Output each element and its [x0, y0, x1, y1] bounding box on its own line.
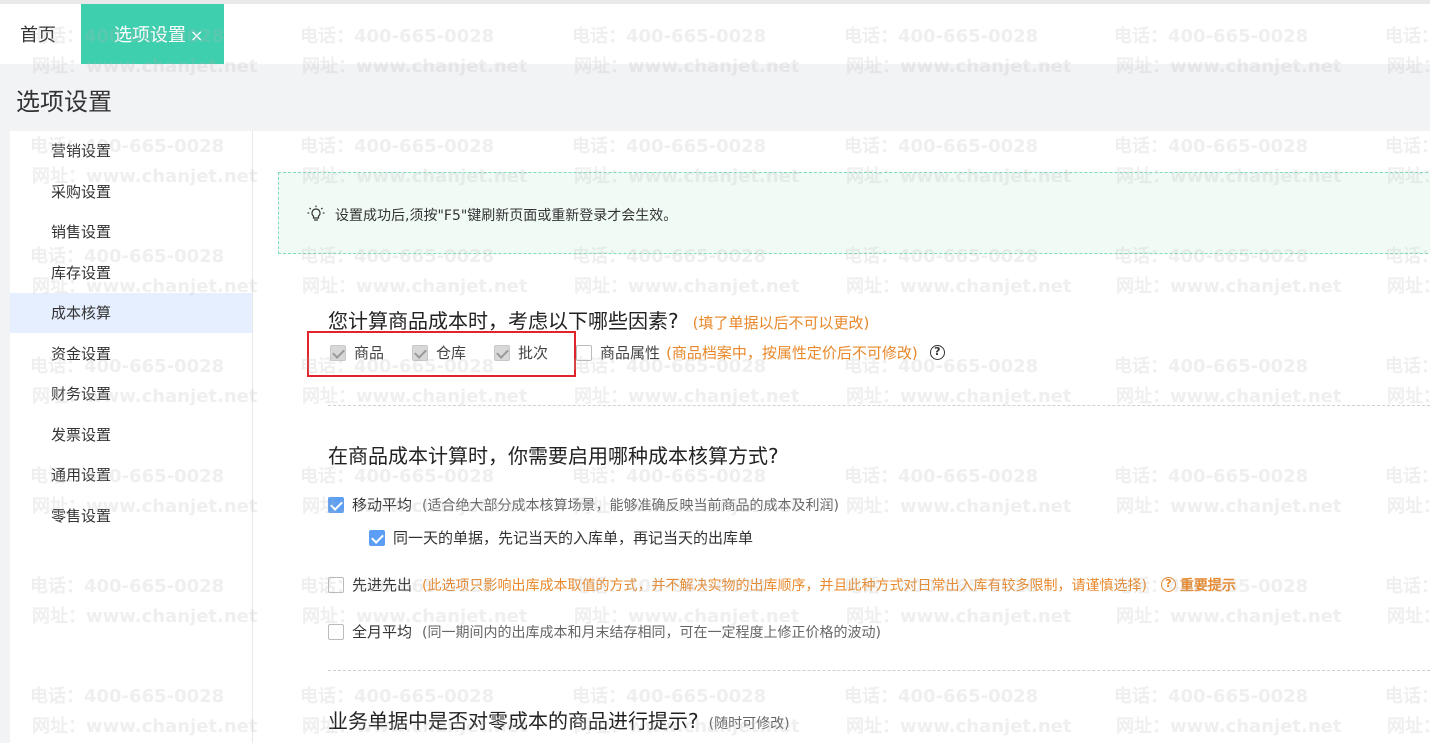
tab-options-settings[interactable]: 选项设置 ×: [81, 4, 224, 64]
option-label: 同一天的单据，先记当天的入库单，再记当天的出库单: [393, 529, 754, 547]
help-icon[interactable]: ?: [1160, 577, 1176, 592]
watermark-phone: 电话：400-665-0028: [1114, 686, 1309, 707]
checkbox-same-day-order[interactable]: [369, 529, 385, 546]
sidebar-item-general[interactable]: 通用设置: [10, 455, 252, 495]
option-fifo[interactable]: 先进先出 (此选项只影响出库成本取值的方式，并不解决实物的出库顺序，并且此种方式…: [328, 574, 1236, 595]
sidebar-item-purchase[interactable]: 采购设置: [10, 172, 252, 212]
highlight-box: [307, 331, 576, 377]
watermark-site: 网址：www.chanjet.net: [1387, 496, 1430, 517]
watermark-phone: 电话：400-665-0028: [1385, 356, 1430, 377]
question-text: 业务单据中是否对零成本的商品进行提示?: [328, 709, 699, 733]
watermark-site: 网址：www.chanjet.net: [846, 276, 1072, 297]
option-product-attribute[interactable]: 商品属性: [576, 342, 660, 363]
option-monthly-average[interactable]: 全月平均 (同一期间内的出库成本和月末结存相同，可在一定程度上修正价格的波动): [328, 621, 881, 642]
sidebar-item-retail[interactable]: 零售设置: [10, 496, 252, 536]
help-icon[interactable]: ?: [929, 345, 945, 360]
watermark-phone: 电话：400-665-0028: [1114, 136, 1309, 157]
watermark-site: 网址：www.chanjet.net: [574, 276, 800, 297]
question-note: (随时可修改): [708, 716, 790, 732]
checkbox-monthly-average[interactable]: [328, 623, 344, 640]
tab-label: 选项设置: [114, 25, 186, 46]
zero-cost-question: 业务单据中是否对零成本的商品进行提示? (随时可修改): [328, 705, 790, 734]
checkbox-fifo[interactable]: [328, 576, 344, 593]
watermark-site: 网址：www.chanjet.net: [1116, 606, 1342, 627]
tip-banner: 设置成功后,须按"F5"键刷新页面或重新登录才会生效。: [278, 172, 1430, 254]
sidebar-item-finance[interactable]: 财务设置: [10, 374, 252, 414]
watermark-phone: 电话：400-665-0028: [1385, 466, 1430, 487]
monthly-average-hint: (同一期间内的出库成本和月末结存相同，可在一定程度上修正价格的波动): [422, 624, 881, 641]
watermark-site: 网址：www.chanjet.net: [846, 716, 1072, 737]
watermark-site: 网址：www.chanjet.net: [1387, 606, 1430, 627]
sidebar-item-funds[interactable]: 资金设置: [10, 334, 252, 374]
option-label: 商品属性: [600, 344, 661, 362]
fifo-warning: (此选项只影响出库成本取值的方式，并不解决实物的出库顺序，并且此种方式对日常出入…: [422, 577, 1147, 594]
question-note: (填了单据以后不可以更改): [692, 314, 870, 332]
moving-average-hint: (适合绝大部分成本核算场景，能够准确反映当前商品的成本及利润): [422, 497, 839, 514]
costing-method-question: 在商品成本计算时，你需要启用哪种成本核算方式?: [328, 444, 779, 468]
page-header: 选项设置: [0, 64, 1430, 131]
costing-factors-question: 您计算商品成本时，考虑以下哪些因素? (填了单据以后不可以更改): [328, 305, 869, 334]
watermark-phone: 电话：400-665-0028: [844, 466, 1039, 487]
sidebar-item-inventory[interactable]: 库存设置: [10, 253, 252, 293]
watermark-phone: 电话：400-665-0028: [1385, 136, 1430, 157]
tab-bar: 首页 选项设置 ×: [0, 4, 1430, 64]
sidebar-item-costing[interactable]: 成本核算: [10, 293, 252, 333]
question-text: 您计算商品成本时，考虑以下哪些因素?: [328, 309, 679, 333]
close-icon[interactable]: ×: [190, 26, 203, 45]
watermark-site: 网址：www.chanjet.net: [1387, 716, 1430, 737]
important-tip-link[interactable]: 重要提示: [1180, 575, 1236, 595]
watermark-phone: 电话：400-665-0028: [1385, 576, 1430, 597]
watermark-site: 网址：www.chanjet.net: [1387, 276, 1430, 297]
option-moving-average[interactable]: 移动平均 (适合绝大部分成本核算场景，能够准确反映当前商品的成本及利润): [328, 494, 839, 515]
divider: [328, 405, 1430, 406]
watermark-site: 网址：www.chanjet.net: [1116, 276, 1342, 297]
watermark-phone: 电话：400-665-0028: [572, 136, 767, 157]
sidebar-item-sales[interactable]: 销售设置: [10, 212, 252, 252]
checkbox-product-attribute[interactable]: [576, 344, 593, 361]
watermark-site: 网址：www.chanjet.net: [1116, 716, 1342, 737]
lightbulb-icon: [307, 205, 325, 221]
sidebar: 营销设置 采购设置 销售设置 库存设置 成本核算 资金设置 财务设置 发票设置 …: [10, 131, 253, 743]
watermark-phone: 电话：400-665-0028: [1385, 686, 1430, 707]
sidebar-item-marketing[interactable]: 营销设置: [10, 131, 252, 171]
watermark-phone: 电话：400-665-0028: [844, 686, 1039, 707]
option-same-day-order[interactable]: 同一天的单据，先记当天的入库单，再记当天的出库单: [369, 527, 753, 548]
attribute-note: (商品档案中，按属性定价后不可修改): [666, 344, 918, 362]
sidebar-item-invoice[interactable]: 发票设置: [10, 415, 252, 455]
tip-text: 设置成功后,须按"F5"键刷新页面或重新登录才会生效。: [335, 208, 678, 224]
watermark-phone: 电话：400-665-0028: [1114, 356, 1309, 377]
divider: [328, 670, 1430, 671]
watermark-phone: 电话：400-665-0028: [1114, 466, 1309, 487]
checkbox-moving-average[interactable]: [328, 496, 344, 513]
watermark-site: 网址：www.chanjet.net: [846, 496, 1072, 517]
watermark-phone: 电话：400-665-0028: [844, 136, 1039, 157]
option-label: 移动平均: [352, 496, 413, 514]
option-label: 全月平均: [352, 623, 413, 641]
watermark-phone: 电话：400-665-0028: [300, 136, 495, 157]
page-title: 选项设置: [16, 88, 112, 116]
left-gutter: [0, 131, 10, 743]
watermark-site: 网址：www.chanjet.net: [302, 276, 528, 297]
tab-home[interactable]: 首页: [0, 4, 80, 64]
watermark-site: 网址：www.chanjet.net: [1116, 496, 1342, 517]
option-label: 先进先出: [352, 576, 413, 594]
